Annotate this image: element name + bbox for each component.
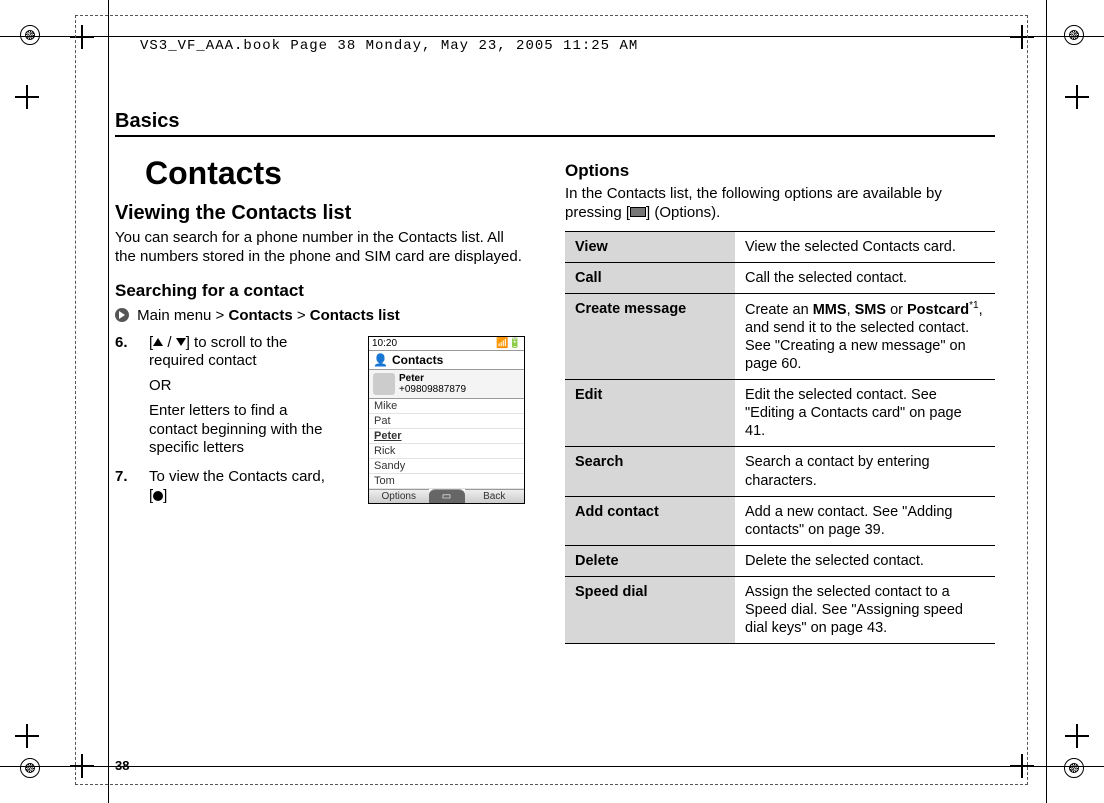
options-table: ViewView the selected Contacts card. Cal…	[565, 231, 995, 645]
book-header: VS3_VF_AAA.book Page 38 Monday, May 23, …	[140, 38, 638, 54]
crosshair-ml	[15, 85, 39, 109]
crosshair-mbl	[15, 724, 39, 748]
opt-key: View	[565, 231, 735, 262]
nav-arrow-icon	[115, 308, 129, 322]
preview-name: Peter	[399, 373, 466, 384]
options-intro-b: ] (Options).	[646, 204, 720, 221]
opt-val: Call the selected contact.	[735, 262, 995, 293]
opt-key: Search	[565, 447, 735, 496]
options-intro: In the Contacts list, the following opti…	[565, 185, 995, 223]
table-row: Create message Create an MMS, SMS or Pos…	[565, 293, 995, 379]
nav-sep: >	[297, 307, 306, 324]
up-arrow-icon	[153, 338, 163, 346]
list-item: Pat	[369, 414, 524, 429]
opt-val: Search a contact by entering characters.	[735, 447, 995, 496]
step6-text-a: ] to scroll to the required contact	[149, 334, 287, 370]
table-row: CallCall the selected contact.	[565, 262, 995, 293]
table-row: SearchSearch a contact by entering chara…	[565, 447, 995, 496]
nav-b2: Contacts list	[310, 307, 400, 324]
subheading-searching: Searching for a contact	[115, 281, 525, 301]
col-right: Options In the Contacts list, the follow…	[565, 137, 995, 644]
crop-vline-r	[1046, 0, 1047, 803]
list-item: Sandy	[369, 459, 524, 474]
table-row: EditEdit the selected contact. See "Edit…	[565, 380, 995, 447]
reg-mark-br	[1064, 758, 1084, 778]
list-item-selected: Peter	[369, 429, 524, 444]
step-6: [ / ] to scroll to the required contact …	[115, 334, 325, 459]
table-row: ViewView the selected Contacts card.	[565, 231, 995, 262]
page-title: Contacts	[145, 155, 525, 192]
softkey-right: Back	[465, 489, 525, 503]
opt-val: Assign the selected contact to a Speed d…	[735, 577, 995, 644]
opt-key: Edit	[565, 380, 735, 447]
intro-text: You can search for a phone number in the…	[115, 229, 525, 267]
crosshair-mbr	[1065, 724, 1089, 748]
page-number: 38	[115, 758, 129, 773]
reg-mark-tl	[20, 25, 40, 45]
opt-key: Delete	[565, 545, 735, 576]
step7-text-b: ]	[163, 487, 167, 504]
col-left: Contacts Viewing the Contacts list You c…	[115, 137, 525, 644]
reg-mark-bl	[20, 758, 40, 778]
crosshair-mr	[1065, 85, 1089, 109]
options-heading: Options	[565, 161, 995, 181]
phone-screenshot: 10:20 📶🔋 👤 Contacts Peter +09809887879	[368, 336, 525, 504]
preview-number: +09809887879	[399, 384, 466, 395]
phone-statusbar: 10:20 📶🔋	[369, 337, 524, 351]
list-item: Mike	[369, 399, 524, 414]
options-intro-a: In the Contacts list, the following opti…	[565, 185, 942, 221]
opt-val: Add a new contact. See "Adding contacts"…	[735, 496, 995, 545]
step-7: To view the Contacts card, []	[115, 468, 325, 506]
opt-val: Create an MMS, SMS or Postcard*1, and se…	[735, 293, 995, 379]
opt-val: View the selected Contacts card.	[735, 231, 995, 262]
softkey-mid: ▭	[429, 489, 465, 503]
table-row: Add contactAdd a new contact. See "Addin…	[565, 496, 995, 545]
list-item: Tom	[369, 474, 524, 489]
opt-val: Delete the selected contact.	[735, 545, 995, 576]
table-row: Speed dialAssign the selected contact to…	[565, 577, 995, 644]
opt-key: Call	[565, 262, 735, 293]
step6-text-b: Enter letters to find a contact beginnin…	[149, 402, 325, 458]
softkey-left: Options	[369, 489, 429, 503]
step6-or: OR	[149, 377, 325, 396]
softkey-icon	[630, 207, 646, 217]
opt-key: Create message	[565, 293, 735, 379]
contacts-icon: 👤	[373, 353, 388, 367]
table-row: DeleteDelete the selected contact.	[565, 545, 995, 576]
subheading-viewing: Viewing the Contacts list	[115, 202, 525, 225]
phone-title: Contacts	[392, 353, 443, 367]
nav-pre: Main menu >	[137, 307, 224, 324]
select-key-icon	[153, 491, 163, 501]
phone-contact-list: Mike Pat Peter Rick Sandy Tom	[369, 399, 524, 489]
opt-key: Speed dial	[565, 577, 735, 644]
section-heading: Basics	[115, 110, 995, 137]
steps-list: [ / ] to scroll to the required contact …	[115, 334, 325, 516]
reg-mark-tr	[1064, 25, 1084, 45]
list-item: Rick	[369, 444, 524, 459]
nav-path: Main menu > Contacts > Contacts list	[115, 307, 525, 324]
opt-key: Add contact	[565, 496, 735, 545]
phone-time: 10:20	[372, 338, 397, 349]
opt-val: Edit the selected contact. See "Editing …	[735, 380, 995, 447]
down-arrow-icon	[176, 338, 186, 346]
nav-b1: Contacts	[228, 307, 292, 324]
contact-avatar-icon	[373, 373, 395, 395]
page-content: Basics Contacts Viewing the Contacts lis…	[115, 110, 995, 644]
phone-signal-icon: 📶🔋	[496, 338, 521, 349]
step7-text-a: To view the Contacts card, [	[149, 468, 325, 504]
